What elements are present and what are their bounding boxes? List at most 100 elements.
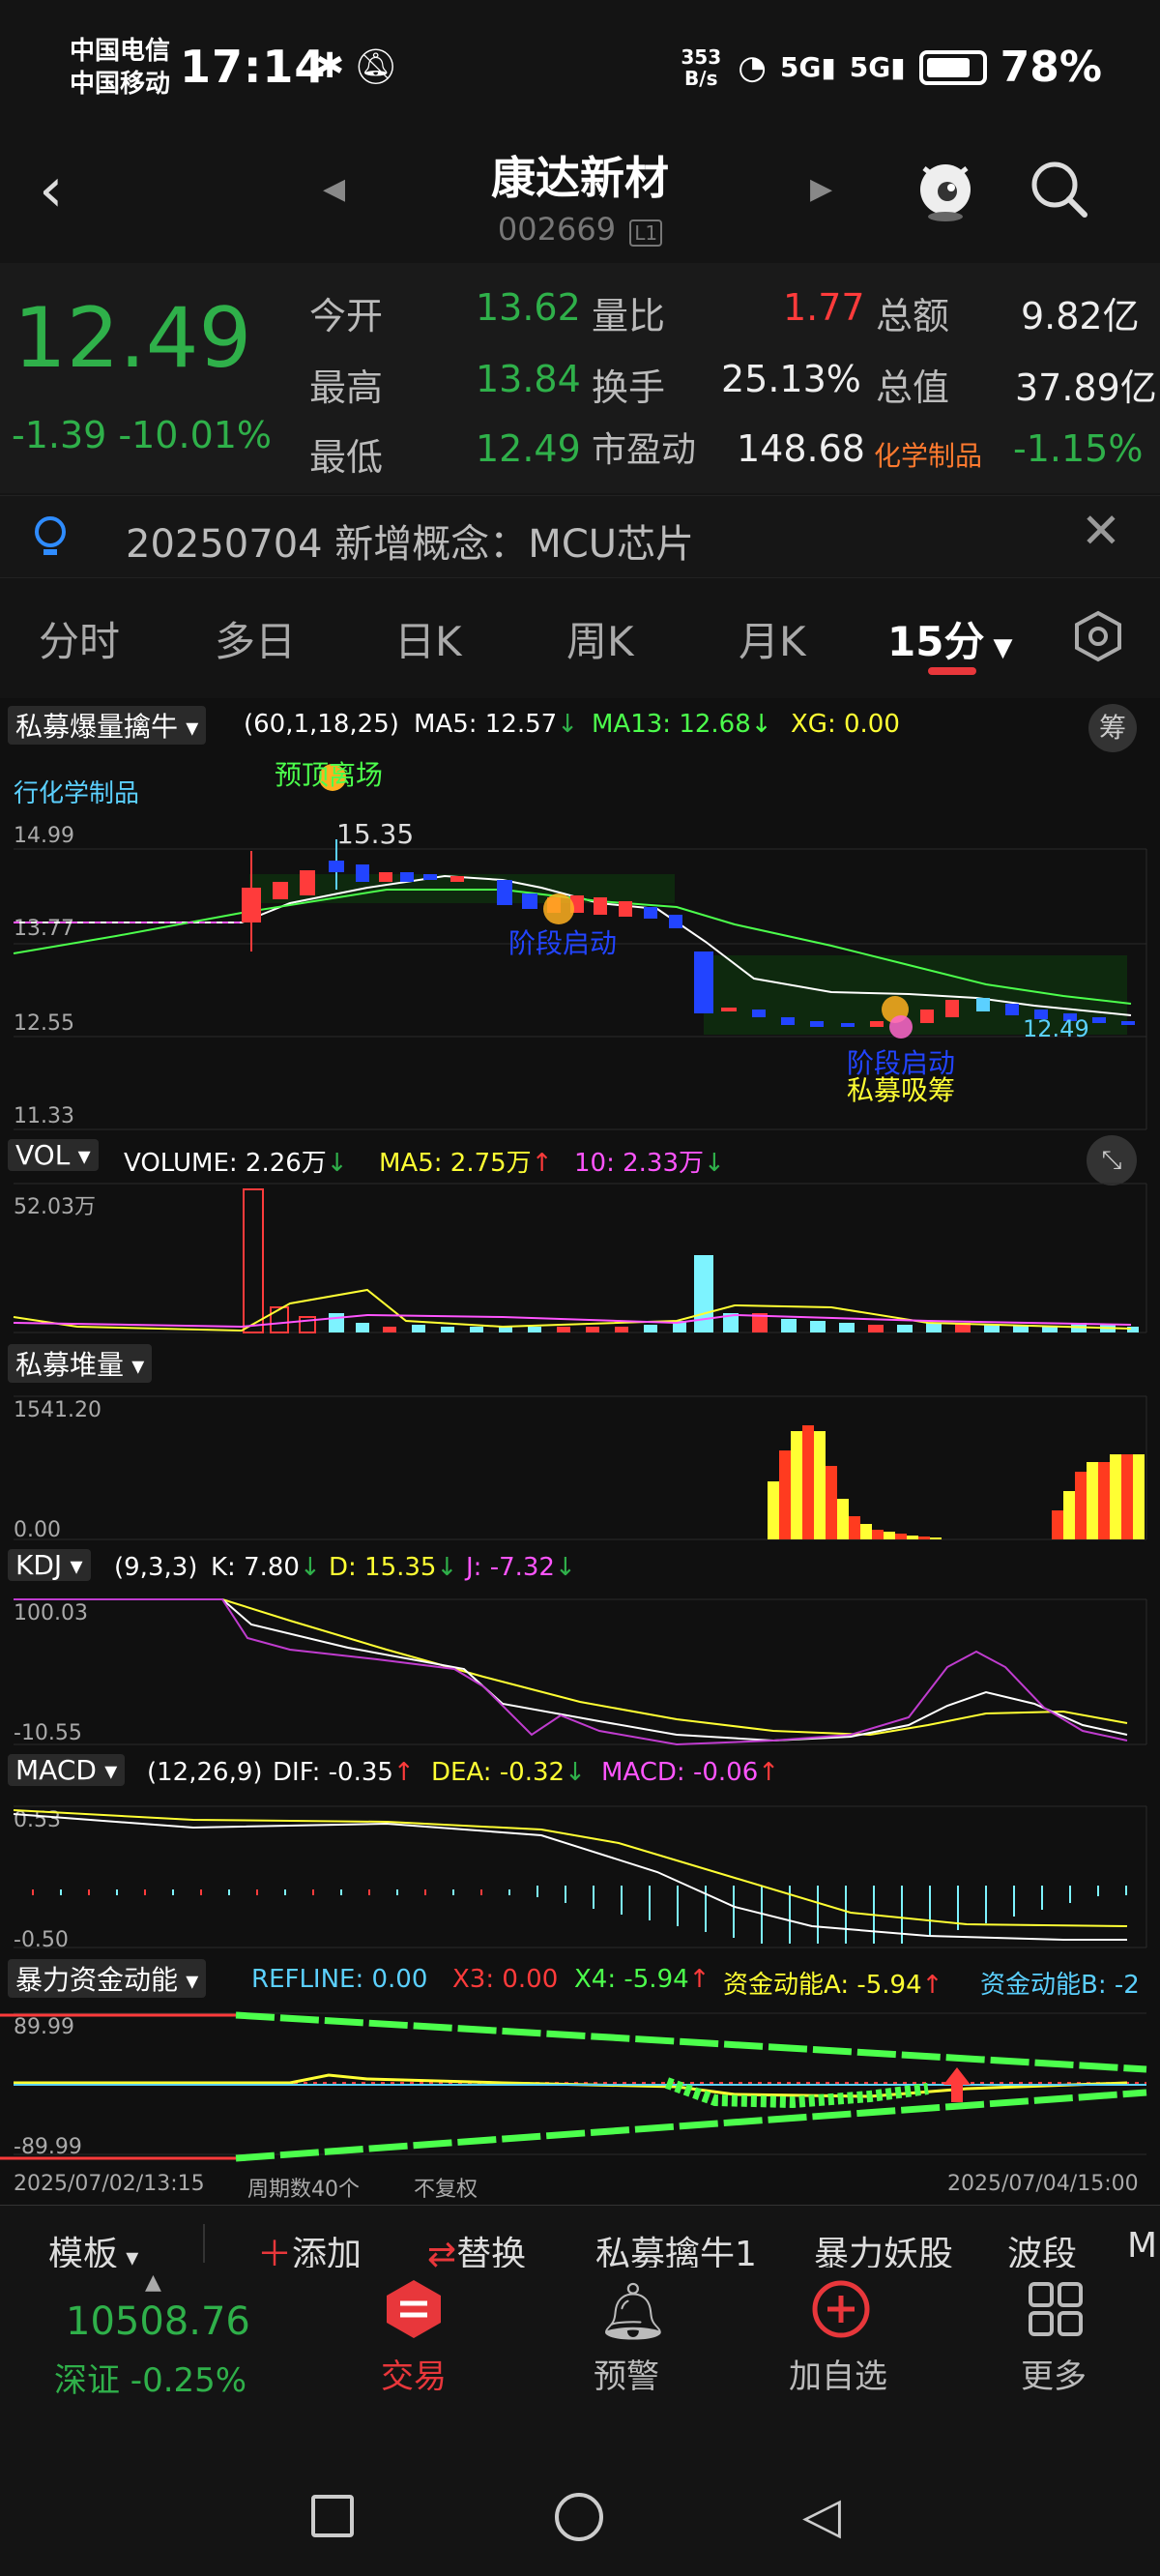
force-svg [0,2011,1147,2162]
grid-icon[interactable] [1025,2278,1087,2340]
toolbar-item-more[interactable]: M [1127,2226,1160,2266]
open-label: 今开 [309,295,384,337]
last-price: 12.49 [14,290,252,387]
index-value[interactable]: 10508.76 [66,2299,250,2344]
dock-watch-label[interactable]: 加自选 [789,2350,887,2397]
time-adjust[interactable]: 不复权 [414,2172,478,2203]
pile-bar [826,1466,837,1539]
search-icon[interactable] [1029,159,1090,220]
home-icon[interactable] [555,2493,603,2541]
tab-day-k[interactable]: 日K [394,609,462,668]
pile-bar [814,1431,826,1539]
candle [594,897,607,915]
low-label: 最低 [309,436,384,479]
macd-svg [13,1805,1147,1948]
pile-bar [837,1499,849,1539]
price-change: -1.39 -10.01% [12,414,272,456]
candle [1092,1017,1106,1023]
trade-icon[interactable] [383,2278,445,2340]
gem-icon [889,1015,913,1039]
bulb-icon [31,514,70,561]
pile-bar [1121,1454,1133,1539]
amount-label: 总额 [876,295,950,337]
tab-15min[interactable]: 15分 ▼ [887,609,1013,668]
close-icon[interactable]: ✕ [1081,503,1121,559]
vol-ratio-label: 量比 [592,295,666,337]
tab-15min-label: 15分 [887,618,985,665]
net-speed: 353 B/s [681,44,722,90]
pile-bar [791,1431,802,1539]
high-value: 13.84 [476,358,581,400]
pile-bar [872,1530,884,1539]
candle [379,872,392,882]
label-accumulate: 私募吸筹 [847,1074,956,1106]
tab-week-k[interactable]: 周K [566,609,634,668]
pile-bar [802,1425,814,1539]
tab-intraday[interactable]: 分时 [39,609,120,668]
candle [694,951,713,1013]
index-name[interactable]: 深证 -0.25% [54,2354,246,2401]
candle [841,1023,855,1027]
turnover-value: 25.13% [721,358,861,400]
status-right: 353 B/s ◔ 5G▮ 5G▮ 78% [678,43,1102,92]
signal-5g-icon: 5G▮ [779,51,836,83]
kline-svg [13,764,1147,1130]
dock-trade-label[interactable]: 交易 [381,2350,447,2397]
carrier-labels: 中国电信 中国移动 [70,35,170,101]
add-watch-icon[interactable] [810,2278,872,2340]
pile-bar [1110,1454,1121,1539]
stock-code-row: 002669 L1 [0,211,1160,248]
time-periods: 周期数40个 [247,2178,360,2202]
turnover-label: 换手 [592,366,666,409]
candle [752,1010,766,1017]
back-nav-icon[interactable]: ◁ [802,2487,841,2545]
low-value: 12.49 [476,427,581,470]
vol-ratio-value: 1.77 [783,286,865,329]
chevron-up-icon[interactable]: ▲ [145,2270,161,2295]
rocket-icon [543,893,574,924]
battery-level: 78% [1000,43,1102,92]
volume-svg [13,1183,1147,1333]
clock: 17:14 [180,41,327,93]
mute-icon: 🔕︎ [354,47,398,87]
candle [1005,1004,1019,1015]
settings-icon[interactable] [1071,609,1125,663]
label-top-exit: 预顶离场 [275,759,384,791]
label-max: 15.35 [336,818,415,850]
pe-value: 148.68 [737,427,865,470]
kdj-svg [14,1598,1147,1746]
pile-bar [1075,1472,1087,1539]
stock-code: 002669 [497,211,617,248]
dock-more-label[interactable]: 更多 [1021,2350,1087,2397]
candle [721,1008,737,1011]
pile-bar [884,1532,895,1539]
candle [945,1000,959,1017]
candle [781,1017,795,1025]
tab-month-k[interactable]: 月K [739,609,806,668]
dock-alert-label[interactable]: 预警 [594,2350,659,2397]
candle [242,888,261,922]
tab-multiday[interactable]: 多日 [215,609,296,668]
candle [450,876,464,882]
mktcap-value: 37.89亿 [1015,366,1157,409]
candle [920,1010,934,1023]
candle [522,893,537,909]
mascot-icon[interactable] [914,155,976,222]
pile-svg [14,1395,1147,1540]
recent-apps-icon[interactable] [311,2495,354,2537]
candle [870,1021,884,1027]
candle [976,998,990,1011]
signal-5g-icon-2: 5G▮ [849,51,906,83]
pile-bar [860,1524,872,1539]
pile-bar [918,1537,930,1539]
chevron-down-icon: ▼ [984,633,1013,662]
sector-name[interactable]: 化学制品 [874,435,982,474]
candle [619,901,632,917]
pile-bar [1133,1454,1145,1539]
tab-indicator [928,667,976,675]
bell-icon[interactable]: 🔔︎ [597,2278,669,2345]
carrier-1: 中国电信 [70,37,171,66]
pile-bar [907,1536,918,1539]
candle [669,915,682,928]
level-badge: L1 [629,220,663,247]
